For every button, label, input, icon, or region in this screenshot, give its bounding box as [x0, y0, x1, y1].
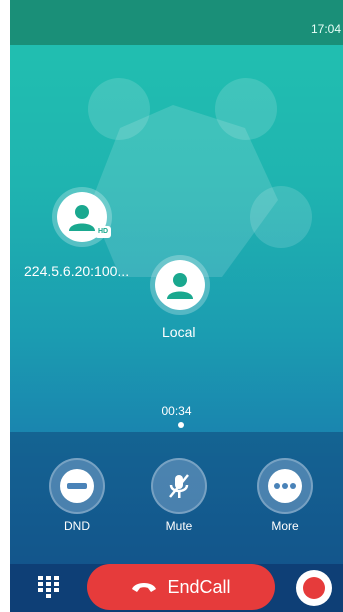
- page-indicator-dot: [178, 422, 184, 428]
- minus-icon: [60, 469, 94, 503]
- hd-badge: HD: [95, 226, 111, 238]
- mic-off-icon: [169, 474, 189, 498]
- call-duration: 00:34: [161, 404, 192, 418]
- participant-avatar[interactable]: HD: [52, 187, 112, 247]
- person-icon: [69, 205, 95, 231]
- mute-label: Mute: [165, 519, 193, 533]
- dialpad-icon[interactable]: [36, 574, 62, 600]
- more-button[interactable]: [257, 458, 313, 514]
- local-label: Local: [162, 324, 196, 340]
- dnd-label: DND: [64, 519, 90, 533]
- record-icon: [303, 577, 325, 599]
- more-label: More: [271, 519, 299, 533]
- record-button[interactable]: [296, 570, 332, 606]
- call-screen: 17:04 HD 224.5.6.20:100... Local 00:34 D…: [10, 0, 343, 612]
- participant-address: 224.5.6.20:100...: [24, 263, 130, 279]
- end-call-button[interactable]: EndCall: [87, 564, 275, 610]
- empty-slot-right: [250, 186, 312, 248]
- empty-slot-top-right: [215, 78, 277, 140]
- local-avatar[interactable]: [150, 255, 210, 315]
- more-dots-icon: [268, 469, 302, 503]
- mute-button[interactable]: [151, 458, 207, 514]
- phone-hangup-icon: [132, 583, 157, 592]
- end-call-label: EndCall: [167, 576, 231, 597]
- person-icon: [167, 273, 193, 299]
- dnd-button[interactable]: [49, 458, 105, 514]
- empty-slot-top-left: [88, 78, 150, 140]
